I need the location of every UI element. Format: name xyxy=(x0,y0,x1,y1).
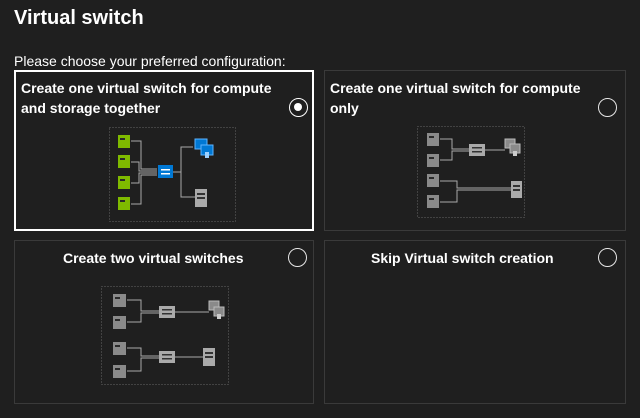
storage-icon xyxy=(195,189,207,207)
radio-button-selected[interactable] xyxy=(289,98,308,117)
server-icon xyxy=(113,294,126,378)
diagram-converged-switch xyxy=(109,127,236,222)
option-card-compute-only[interactable]: Create one virtual switch for compute on… xyxy=(324,70,626,231)
network-switch-icon xyxy=(158,165,173,178)
radio-button[interactable] xyxy=(598,248,617,267)
network-switch-icon xyxy=(159,306,175,363)
diagram-two-switches xyxy=(101,286,229,385)
storage-icon xyxy=(511,181,522,198)
radio-button[interactable] xyxy=(288,248,307,267)
virtual-machines-icon xyxy=(504,138,521,156)
page-title: Virtual switch xyxy=(14,7,144,29)
network-switch-icon xyxy=(469,144,485,156)
virtual-machines-icon xyxy=(194,138,214,158)
option-label: Skip Virtual switch creation xyxy=(371,250,554,266)
option-card-two-switches[interactable]: Create two virtual switches xyxy=(14,240,314,404)
option-label: Create one virtual switch for compute on… xyxy=(330,78,581,118)
diagram-compute-switch xyxy=(417,126,525,218)
storage-icon xyxy=(203,348,215,366)
instruction-text: Please choose your preferred configurati… xyxy=(14,53,286,69)
server-icon xyxy=(427,133,439,208)
server-icon xyxy=(118,135,130,210)
option-label: Create one virtual switch for compute an… xyxy=(21,78,272,118)
option-label: Create two virtual switches xyxy=(63,250,244,266)
option-label-line2: and storage together xyxy=(21,100,161,116)
option-card-skip[interactable]: Skip Virtual switch creation xyxy=(324,240,626,404)
option-card-compute-storage[interactable]: Create one virtual switch for compute an… xyxy=(14,70,314,231)
radio-button[interactable] xyxy=(598,98,617,117)
option-label-line1: Create one virtual switch for compute xyxy=(21,80,272,96)
virtual-machines-icon xyxy=(208,300,225,319)
option-label-line1: Create one virtual switch for compute xyxy=(330,80,581,96)
option-label-line2: only xyxy=(330,100,359,116)
